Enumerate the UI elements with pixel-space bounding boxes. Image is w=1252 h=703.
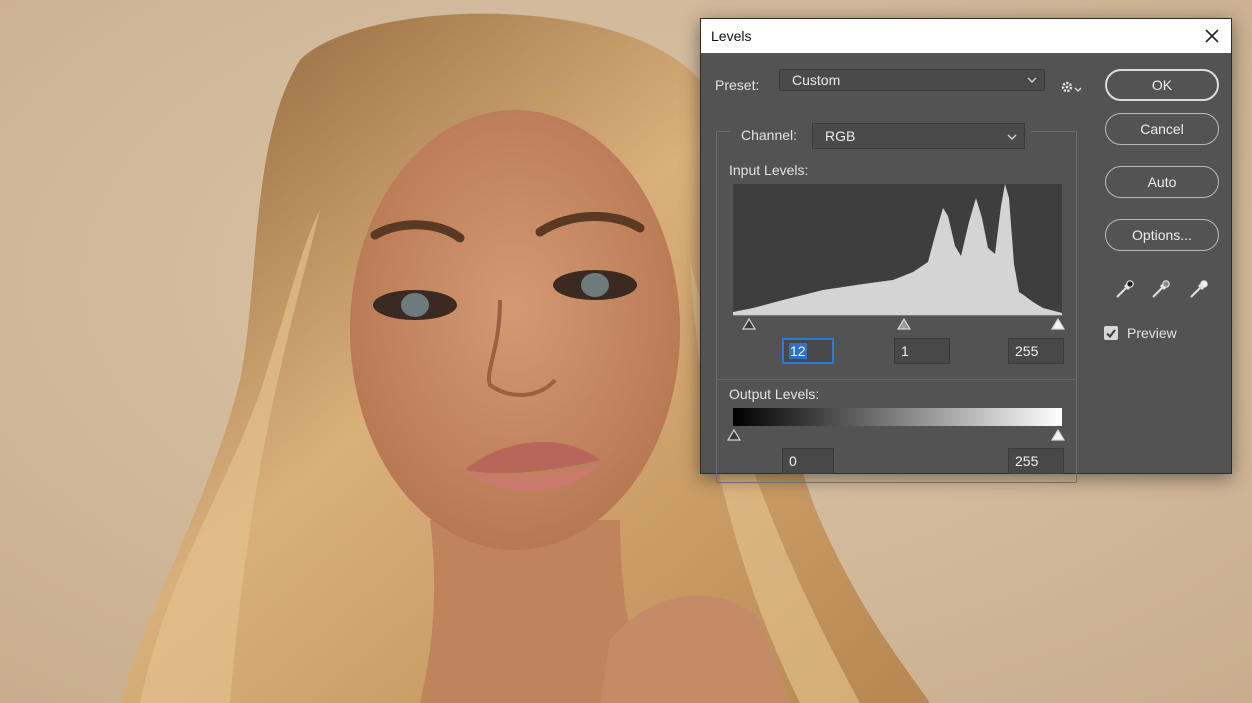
options-button[interactable]: Options... xyxy=(1105,219,1219,251)
dialog-titlebar[interactable]: Levels xyxy=(701,19,1231,53)
preview-checkbox[interactable] xyxy=(1104,326,1118,340)
input-gamma-slider[interactable] xyxy=(896,317,912,330)
output-black-slider[interactable] xyxy=(726,428,742,441)
channel-dropdown[interactable]: RGB xyxy=(812,123,1025,149)
ok-button[interactable]: OK xyxy=(1105,69,1219,101)
cancel-button[interactable]: Cancel xyxy=(1105,113,1219,145)
chevron-down-icon xyxy=(1006,130,1018,142)
channel-value: RGB xyxy=(825,128,856,144)
input-white-slider[interactable] xyxy=(1050,317,1066,330)
eyedropper-gray-icon[interactable] xyxy=(1149,277,1173,301)
histogram xyxy=(733,184,1062,315)
eyedropper-black-icon[interactable] xyxy=(1113,277,1137,301)
preset-label: Preset: xyxy=(715,77,760,93)
eyedropper-white-icon[interactable] xyxy=(1187,277,1211,301)
input-white-field[interactable]: 255 xyxy=(1008,338,1064,364)
input-gamma-value: 1 xyxy=(901,343,909,359)
preset-dropdown[interactable]: Custom xyxy=(779,69,1045,91)
output-black-field[interactable]: 0 xyxy=(782,448,834,474)
input-slider-track xyxy=(733,315,1062,316)
output-black-value: 0 xyxy=(789,453,797,469)
chevron-down-icon xyxy=(1026,73,1038,85)
output-white-field[interactable]: 255 xyxy=(1008,448,1064,474)
output-levels-label: Output Levels: xyxy=(729,386,820,402)
channel-label: Channel: xyxy=(741,127,798,143)
preview-label[interactable]: Preview xyxy=(1127,325,1177,341)
input-black-field[interactable]: 12 xyxy=(782,338,834,364)
output-gradient-bar xyxy=(733,408,1062,426)
dialog-title: Levels xyxy=(711,28,752,44)
levels-dialog: Levels Preset: Custom Channel: RGB Input… xyxy=(700,18,1232,483)
input-black-value: 12 xyxy=(789,343,807,359)
input-levels-label: Input Levels: xyxy=(729,162,809,178)
gear-icon[interactable] xyxy=(1059,78,1083,96)
section-divider xyxy=(716,379,1077,380)
auto-button[interactable]: Auto xyxy=(1105,166,1219,198)
histogram-fill xyxy=(733,184,1062,315)
input-black-slider[interactable] xyxy=(741,317,757,330)
input-gamma-field[interactable]: 1 xyxy=(894,338,950,364)
close-icon[interactable] xyxy=(1199,23,1225,49)
input-white-value: 255 xyxy=(1015,343,1039,359)
output-white-slider[interactable] xyxy=(1050,428,1066,441)
output-white-value: 255 xyxy=(1015,453,1039,469)
preset-value: Custom xyxy=(792,72,841,88)
